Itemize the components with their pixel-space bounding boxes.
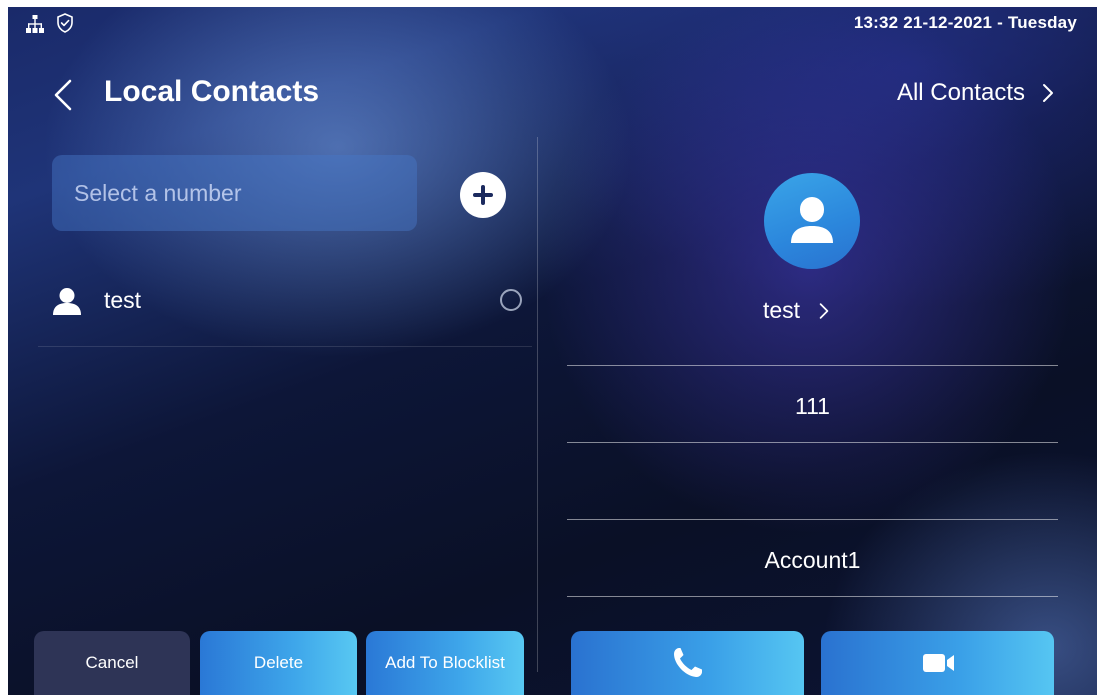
contact-account: Account1	[764, 547, 861, 573]
delete-button[interactable]: Delete	[200, 631, 357, 695]
page-title: Local Contacts	[104, 75, 320, 108]
contact-select-radio[interactable]	[500, 289, 522, 311]
detail-divider	[567, 365, 1058, 366]
phone-icon	[673, 648, 702, 678]
network-icon	[26, 15, 44, 33]
contact-list-item[interactable]: test	[38, 271, 532, 347]
all-contacts-link[interactable]: All Contacts	[897, 77, 1055, 109]
person-icon	[53, 288, 81, 315]
contact-avatar	[764, 173, 860, 269]
contact-detail-name-link[interactable]: test	[763, 297, 830, 324]
panel-divider	[537, 137, 538, 672]
person-avatar-icon	[791, 197, 833, 243]
contact-detail-name: test	[763, 297, 801, 323]
contact-name: test	[104, 287, 142, 313]
chevron-right-icon	[1043, 84, 1053, 102]
detail-divider	[567, 519, 1058, 520]
all-contacts-label: All Contacts	[896, 79, 1025, 106]
status-bar: 13:32 21-12-2021 - Tuesday	[8, 7, 1097, 41]
contact-number: 111	[795, 393, 830, 419]
back-button[interactable]	[44, 75, 84, 115]
chevron-right-icon	[819, 302, 829, 319]
add-contact-button[interactable]	[460, 172, 506, 218]
status-clock: 13:32 21-12-2021 - Tuesday	[853, 13, 1077, 32]
audio-call-button[interactable]	[571, 631, 804, 695]
video-camera-icon	[922, 654, 954, 672]
cancel-button[interactable]: Cancel	[34, 631, 190, 695]
detail-divider	[567, 442, 1058, 443]
add-to-blocklist-button[interactable]: Add To Blocklist	[366, 631, 524, 695]
screen: 13:32 21-12-2021 - Tuesday Local Contact…	[8, 7, 1097, 695]
detail-divider	[567, 596, 1058, 597]
video-call-button[interactable]	[821, 631, 1054, 695]
shield-check-icon	[57, 13, 73, 33]
number-select-input[interactable]: Select a number	[52, 155, 417, 231]
number-select-placeholder: Select a number	[74, 179, 242, 206]
